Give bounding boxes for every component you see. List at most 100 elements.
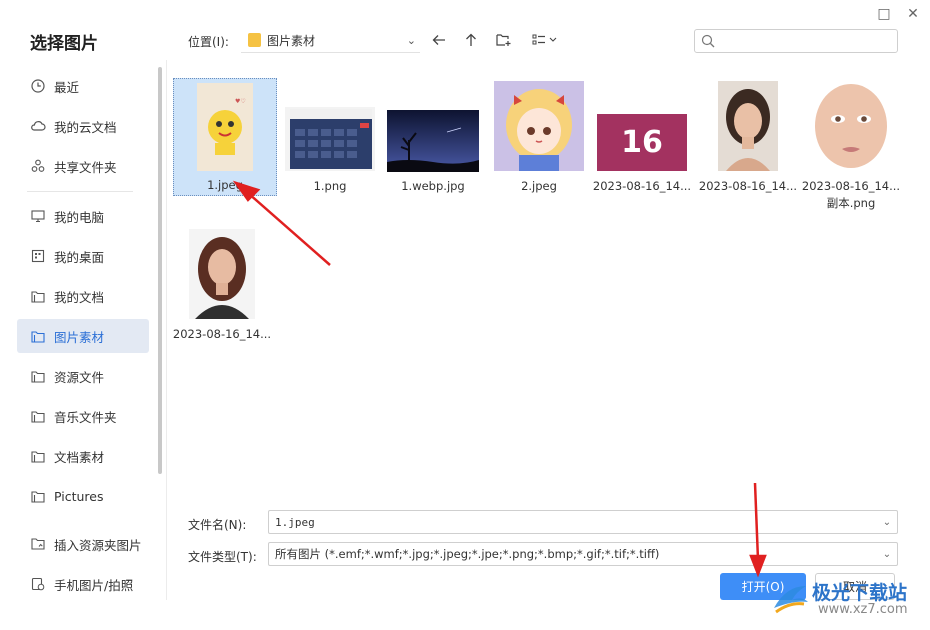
sidebar-item-label: 手机图片/拍照 [54, 577, 134, 593]
file-name-line2: 副本.png [826, 196, 876, 210]
new-folder-icon [496, 34, 511, 46]
sidebar-item-label: 我的文档 [54, 289, 105, 305]
sidebar-divider-vertical [166, 60, 167, 600]
sidebar-item-shared-folder[interactable]: 共享文件夹 [17, 149, 149, 183]
sidebar-item-music-folder[interactable]: 音乐文件夹 [17, 399, 149, 433]
sidebar-item-label: 最近 [54, 79, 80, 95]
filetype-select[interactable]: 所有图片 (*.emf;*.wmf;*.jpg;*.jpeg;*.jpe;*.p… [268, 542, 898, 566]
file-thumbnail [387, 110, 479, 172]
file-item[interactable]: 2023-08-16_14... [171, 227, 273, 343]
sidebar-item-my-desktop[interactable]: 我的桌面 [17, 239, 149, 273]
filename-input[interactable]: 1.jpeg ⌄ [268, 510, 898, 534]
image-folder-icon [30, 536, 46, 552]
arrow-up-icon [466, 33, 476, 46]
sidebar-item-resource-files[interactable]: 资源文件 [17, 359, 149, 393]
file-name: 2.jpeg [521, 179, 557, 193]
sidebar-item-label: 文档素材 [54, 449, 105, 465]
file-thumbnail [493, 81, 585, 171]
file-item[interactable]: 2.jpeg [488, 79, 590, 195]
filetype-value: 所有图片 (*.emf;*.wmf;*.jpg;*.jpeg;*.jpe;*.p… [275, 547, 660, 561]
file-item[interactable]: 1.png [279, 79, 381, 195]
sidebar-item-label: 音乐文件夹 [54, 409, 117, 425]
dialog-title: 选择图片 [30, 34, 98, 54]
back-button[interactable] [429, 30, 449, 50]
view-mode-button[interactable] [529, 30, 561, 50]
file-name: 2023-08-16_14... [801, 179, 901, 193]
folder-icon [30, 328, 46, 344]
sidebar-item-insert-resource-images[interactable]: 插入资源夹图片 [17, 527, 149, 561]
svg-text:♥♡: ♥♡ [235, 98, 246, 105]
sidebar-item-label: 插入资源夹图片 [54, 537, 142, 553]
sidebar-item-recent[interactable]: 最近 [17, 69, 149, 103]
sidebar-item-cloud-docs[interactable]: 我的云文档 [17, 109, 149, 143]
phone-image-icon [30, 576, 46, 592]
file-item[interactable]: 1.webp.jpg [382, 79, 484, 195]
close-button[interactable]: ✕ [903, 4, 923, 24]
up-folder-button[interactable] [461, 30, 481, 50]
sidebar-item-label: 资源文件 [54, 369, 105, 385]
watermark: 极光下载站 www.xz7.com [768, 570, 928, 628]
folder-icon [30, 408, 46, 424]
watermark-logo-icon [774, 586, 808, 614]
sidebar-item-my-computer[interactable]: 我的电脑 [17, 199, 149, 233]
file-item[interactable]: 2023-08-16_14... 副本.png [800, 79, 902, 211]
monitor-icon [30, 208, 46, 224]
sidebar-item-label: 我的云文档 [54, 119, 117, 135]
file-name: 2023-08-16_14... [698, 179, 798, 193]
watermark-url: www.xz7.com [818, 602, 908, 617]
arrow-left-icon [432, 35, 445, 45]
file-thumbnail: 16 [596, 114, 688, 171]
cloud-icon [30, 118, 46, 134]
folder-icon [30, 288, 46, 304]
location-dropdown[interactable]: 图片素材 ⌄ [241, 28, 420, 53]
search-input[interactable] [694, 29, 898, 53]
new-folder-button[interactable] [494, 30, 514, 50]
file-name: 1.webp.jpg [401, 179, 465, 193]
share-icon [30, 158, 46, 174]
watermark-text: 极光下载站 [812, 582, 908, 604]
file-name: 2023-08-16_14... [592, 179, 692, 193]
file-thumbnail: ♥♡ [179, 83, 271, 171]
sidebar-divider [27, 191, 133, 192]
chevron-down-icon: ⌄ [406, 33, 416, 47]
file-thumbnail [176, 229, 268, 319]
maximize-button[interactable]: □ [874, 4, 894, 24]
filename-label: 文件名(N): [188, 518, 247, 532]
file-item[interactable]: 2023-08-16_14... [697, 79, 799, 195]
folder-icon [30, 368, 46, 384]
file-item[interactable]: ♥♡ 1.jpeg [173, 78, 277, 196]
sidebar: 最近 我的云文档 共享文件夹 我的电脑 我的桌面 我的文档 图片素材 资源文件 … [0, 60, 160, 620]
sidebar-item-phone-images[interactable]: 手机图片/拍照 [17, 567, 149, 601]
search-icon [701, 34, 715, 48]
file-name: 1.jpeg [207, 178, 243, 192]
folder-icon [248, 33, 261, 47]
sidebar-item-label: 我的桌面 [54, 249, 105, 265]
list-view-icon [532, 34, 557, 45]
file-name: 1.png [313, 179, 347, 193]
clock-icon [30, 78, 46, 94]
sidebar-item-label: 共享文件夹 [54, 159, 117, 175]
chevron-down-icon[interactable]: ⌄ [877, 517, 897, 528]
file-item[interactable]: 16 2023-08-16_14... [591, 79, 693, 195]
sidebar-item-label: 我的电脑 [54, 209, 105, 225]
chevron-down-icon[interactable]: ⌄ [877, 549, 897, 560]
sidebar-item-label: 图片素材 [54, 329, 105, 345]
thumbnail-text: 16 [597, 114, 687, 171]
file-thumbnail [702, 81, 794, 171]
location-label: 位置(I): [188, 35, 229, 49]
file-thumbnail [284, 107, 376, 171]
sidebar-item-my-documents[interactable]: 我的文档 [17, 279, 149, 313]
sidebar-item-image-materials[interactable]: 图片素材 [17, 319, 149, 353]
filetype-label: 文件类型(T): [188, 550, 257, 564]
location-value: 图片素材 [267, 33, 316, 48]
sidebar-item-label: Pictures [54, 488, 104, 504]
sidebar-scrollbar[interactable] [158, 67, 162, 474]
folder-icon [30, 448, 46, 464]
folder-icon [30, 488, 46, 504]
file-name: 2023-08-16_14... [172, 327, 272, 341]
sidebar-item-pictures[interactable]: Pictures [17, 479, 149, 513]
desktop-icon [30, 248, 46, 264]
sidebar-item-doc-materials[interactable]: 文档素材 [17, 439, 149, 473]
filename-value: 1.jpeg [275, 515, 315, 529]
file-thumbnail [805, 81, 897, 171]
